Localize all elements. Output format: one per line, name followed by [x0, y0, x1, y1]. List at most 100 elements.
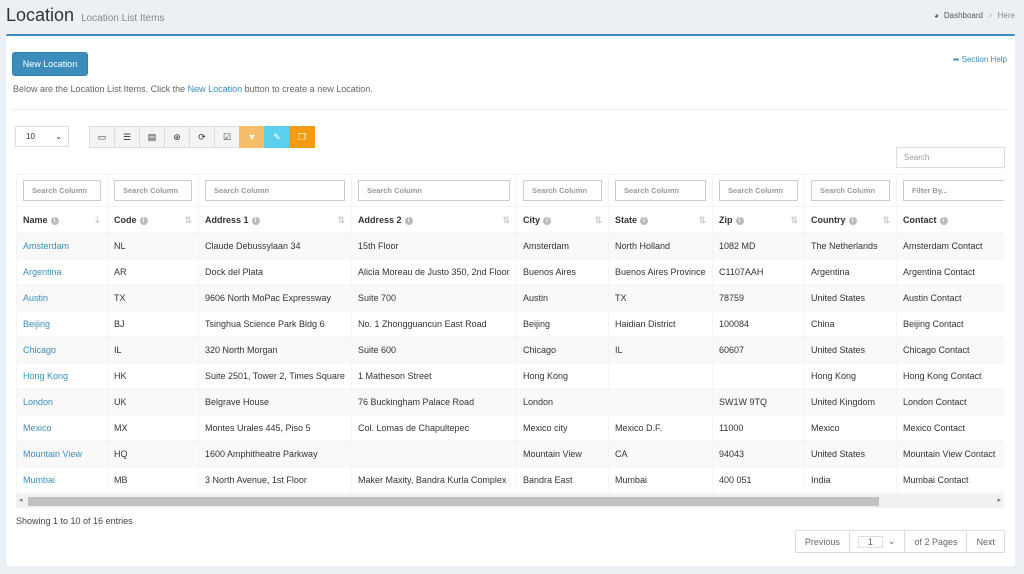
list-icon[interactable]: ☰	[114, 126, 140, 148]
section-help-link[interactable]: ➦ Section Help	[953, 55, 1007, 64]
table-row[interactable]: Amsterdam NL Claude Debussylaan 34 15th Flo…	[16, 232, 1004, 259]
column-filter-input[interactable]: Search Column	[615, 180, 706, 201]
cell: Hong Kong	[516, 362, 609, 389]
column-header-label: State	[615, 214, 638, 225]
breadcrumb-dashboard[interactable]: Dashboard	[944, 11, 983, 20]
column-header-label: Country	[811, 214, 846, 225]
monitor-icon[interactable]: ▭	[89, 126, 115, 148]
sort-icon[interactable]: ⇅	[882, 215, 890, 226]
zoom-icon[interactable]: ⊕	[164, 126, 190, 148]
copy-icon[interactable]: ❐	[289, 126, 315, 148]
new-location-link[interactable]: New Location	[188, 84, 243, 94]
column-header[interactable]: Contacti⇅	[896, 206, 1004, 233]
table-row[interactable]: Mumbai MB 3 North Avenue, 1st Floor Maker M…	[16, 466, 1004, 493]
table-row[interactable]: Argentina AR Dock del Plata Alicia Moreau d…	[16, 258, 1004, 285]
excel-file-icon[interactable]: ▤	[139, 126, 165, 148]
column-header-label: Contact	[903, 214, 937, 225]
info-icon: i	[543, 216, 552, 225]
column-filter-cell: Filter By...	[896, 174, 1004, 207]
cell: Dock del Plata	[198, 258, 352, 285]
scroll-right-icon[interactable]: ▸	[997, 496, 1001, 504]
cell: UK	[107, 388, 199, 415]
sort-icon[interactable]: ⇅	[594, 215, 602, 226]
cell: 11000	[712, 414, 805, 441]
next-button[interactable]: Next	[966, 530, 1005, 553]
table-row[interactable]: Hong Kong HK Suite 2501, Tower 2, Times Sq…	[16, 362, 1004, 389]
column-filter-input[interactable]: Search Column	[811, 180, 890, 201]
column-filter-cell: Search Column	[608, 174, 713, 207]
location-link[interactable]: Hong Kong	[23, 371, 68, 381]
column-filter-input[interactable]: Search Column	[23, 180, 101, 201]
search-input[interactable]: Search	[896, 147, 1005, 168]
location-link[interactable]: Austin	[23, 293, 48, 303]
page-length-value: 10	[26, 132, 35, 141]
cell: North Holland	[608, 232, 713, 259]
cell: Mumbai Contact	[896, 466, 1004, 493]
column-filter-input[interactable]: Search Column	[205, 180, 345, 201]
scroll-left-icon[interactable]: ◂	[19, 496, 23, 504]
location-link[interactable]: London	[23, 397, 53, 407]
location-link[interactable]: Mumbai	[23, 475, 55, 485]
sort-icon[interactable]: ⇅	[337, 215, 345, 226]
page-length-select[interactable]: 10 ⌄	[15, 126, 69, 147]
table-row[interactable]: Beijing BJ Tsinghua Science Park Bldg 6 No.…	[16, 310, 1004, 337]
table-row[interactable]: Mountain View HQ 1600 Amphitheatre Parkway…	[16, 440, 1004, 467]
previous-button[interactable]: Previous	[794, 530, 850, 553]
table-row[interactable]: Mexico MX Montes Urales 445, Piso 5 Col. Lo…	[16, 414, 1004, 441]
new-location-button[interactable]: New Location	[12, 52, 88, 76]
column-filter-input[interactable]: Search Column	[358, 180, 510, 201]
sort-icon[interactable]: ⇅	[790, 215, 798, 226]
page-select[interactable]: 1 ⌄	[848, 530, 906, 553]
column-filter-input[interactable]: Search Column	[523, 180, 602, 201]
location-link[interactable]: Amsterdam	[23, 241, 69, 251]
location-link[interactable]: Mexico	[23, 423, 52, 433]
column-filter-input[interactable]: Search Column	[114, 180, 192, 201]
column-header[interactable]: State i ⇅	[608, 206, 713, 233]
column-header[interactable]: Code i ⇅	[107, 206, 199, 233]
location-link[interactable]: Beijing	[23, 319, 50, 329]
filter-icon[interactable]: ▼	[239, 126, 265, 148]
column-header[interactable]: Address 2 i ⇅	[351, 206, 517, 233]
refresh-icon[interactable]: ⟳	[189, 126, 215, 148]
info-icon: i	[848, 216, 857, 225]
column-filter-input[interactable]: Search Column	[719, 180, 798, 201]
table-row[interactable]: London UK Belgrave House 76 Buckingham Pala…	[16, 388, 1004, 415]
sort-icon[interactable]: ⇅	[184, 215, 192, 226]
table-row[interactable]: Chicago IL 320 North Morgan Suite 600 Chicag…	[16, 336, 1004, 363]
cell: Mumbai	[16, 466, 108, 493]
cell: Tsinghua Science Park Bldg 6	[198, 310, 352, 337]
column-header[interactable]: Zip i ⇅	[712, 206, 805, 233]
cell: Mexico Contact	[896, 414, 1004, 441]
column-header[interactable]: Name i ⇣	[16, 206, 108, 233]
cell: Chicago	[516, 336, 609, 363]
column-filter-input[interactable]: Filter By...	[903, 180, 1004, 201]
cell: Hong Kong	[804, 362, 897, 389]
column-header[interactable]: City i ⇅	[516, 206, 609, 233]
cell: Mexico city	[516, 414, 609, 441]
sort-icon[interactable]: ⇣	[93, 215, 101, 226]
sort-icon[interactable]: ⇅	[698, 215, 706, 226]
column-header-label: Address 2	[358, 214, 402, 225]
column-filter-cell: Search Column	[351, 174, 517, 207]
cell: London	[516, 388, 609, 415]
pencil-icon[interactable]: ✎	[264, 126, 290, 148]
cell: Haidian District	[608, 310, 713, 337]
location-link[interactable]: Mountain View	[23, 449, 82, 459]
scrollbar-thumb[interactable]	[28, 497, 879, 506]
column-header-label: City	[523, 214, 541, 225]
cell: 9606 North MoPac Expressway	[198, 284, 352, 311]
info-icon: i	[50, 216, 59, 225]
checkbox-icon[interactable]: ☑	[214, 126, 240, 148]
cell: Mountain View	[16, 440, 108, 467]
location-link[interactable]: Chicago	[23, 345, 56, 355]
location-link[interactable]: Argentina	[23, 267, 62, 277]
sort-icon[interactable]: ⇅	[502, 215, 510, 226]
cell: Amsterdam	[16, 232, 108, 259]
column-header[interactable]: Country i ⇅	[804, 206, 897, 233]
horizontal-scrollbar[interactable]: ◂ ▸	[16, 494, 1004, 508]
table-row[interactable]: Austin TX 9606 North MoPac Expressway Suite…	[16, 284, 1004, 311]
cell: United States	[804, 284, 897, 311]
cell: 400 051	[712, 466, 805, 493]
cell: Mountain View Contact	[896, 440, 1004, 467]
column-header[interactable]: Address 1 i ⇅	[198, 206, 352, 233]
